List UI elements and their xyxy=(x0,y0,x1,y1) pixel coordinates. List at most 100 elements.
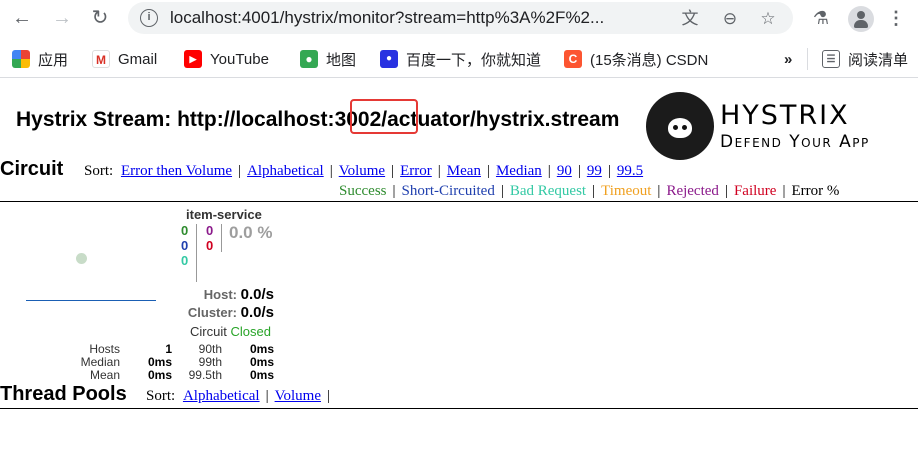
separator: | xyxy=(391,163,395,179)
cluster-rate-value: 0.0/s xyxy=(240,304,274,321)
circuit-status-value: Closed xyxy=(230,324,271,339)
bookmark-label: YouTube xyxy=(210,50,269,68)
bookmarks-bar: 应用 M Gmail ▶ YouTube ● 地图 ● 百度一下，你就知道 C … xyxy=(0,40,918,78)
latency-value: 0ms xyxy=(147,368,172,382)
bookmark-csdn[interactable]: C (15条消息) CSDN xyxy=(564,49,708,69)
legend-rejected: Rejected xyxy=(666,183,719,199)
sort-error-then-volume-link[interactable]: Error then Volume xyxy=(121,163,232,179)
csdn-icon: C xyxy=(564,50,582,68)
extensions-puzzle-icon[interactable]: ⚗ xyxy=(810,7,832,29)
apps-grid-icon xyxy=(12,50,30,68)
sort-99-5-link[interactable]: 99.5 xyxy=(617,163,643,179)
bookmark-gmail[interactable]: M Gmail xyxy=(92,49,157,69)
host-rate: Host: 0.0/s xyxy=(204,286,274,303)
circuit-sparkline xyxy=(26,300,156,301)
bookmark-youtube[interactable]: ▶ YouTube xyxy=(184,49,269,69)
gmail-icon: M xyxy=(92,50,110,68)
latency-table: Hosts 1 90th 0ms Median 0ms 99th 0ms Mea… xyxy=(60,343,274,382)
separator: | xyxy=(500,183,504,199)
title-suffix: actuator/hystrix.stream xyxy=(387,108,620,131)
bookmark-apps[interactable]: 应用 xyxy=(12,49,68,69)
host-rate-label: Host: xyxy=(203,287,237,302)
count-divider xyxy=(221,224,222,252)
separator: | xyxy=(782,183,786,199)
separator: | xyxy=(238,163,242,179)
more-bookmarks-button[interactable]: » xyxy=(784,49,792,69)
legend-bad-request: Bad Request xyxy=(509,183,587,199)
separator: | xyxy=(657,183,661,199)
hystrix-porcupine-icon xyxy=(646,92,714,160)
translate-icon[interactable]: 文 xyxy=(680,9,700,29)
rejected-count: 0 xyxy=(206,223,214,238)
short-circuited-count: 0 xyxy=(181,238,189,253)
legend-error-pct: Error % xyxy=(791,183,840,199)
circuit-divider xyxy=(0,201,918,202)
latency-row: Mean 0ms 99.5th 0ms xyxy=(60,369,274,382)
reading-list-icon: ☰ xyxy=(822,50,840,68)
pool-sort-alphabetical-link[interactable]: Alphabetical xyxy=(183,388,260,404)
sort-error-link[interactable]: Error xyxy=(400,163,432,179)
thread-pools-heading: Thread Pools xyxy=(0,383,127,405)
separator: | xyxy=(592,183,596,199)
error-percentage: 0.0 % xyxy=(229,223,273,242)
menu-dots-icon[interactable]: ⋮ xyxy=(886,6,906,30)
profile-avatar-icon[interactable] xyxy=(848,6,874,32)
zoom-icon[interactable]: ⊖ xyxy=(720,9,740,29)
bookmark-baidu[interactable]: ● 百度一下，你就知道 xyxy=(380,49,541,69)
legend-success: Success xyxy=(339,183,387,199)
sort-volume-link[interactable]: Volume xyxy=(339,163,385,179)
separator: | xyxy=(392,183,396,199)
bookmark-label: Gmail xyxy=(118,50,158,68)
count-divider xyxy=(196,224,197,282)
latency-value: 0ms xyxy=(249,368,274,382)
page-title: Hystrix Stream: http://localhost:3002/ac… xyxy=(16,108,619,132)
host-rate-value: 0.0/s xyxy=(240,286,274,303)
circuit-name: item-service xyxy=(186,207,262,222)
forward-arrow-icon[interactable]: → xyxy=(50,6,74,30)
baidu-icon: ● xyxy=(380,50,398,68)
cluster-rate: Cluster: 0.0/s xyxy=(188,304,274,321)
legend-short-circuited: Short-Circuited xyxy=(401,183,495,199)
separator: | xyxy=(265,388,269,404)
youtube-icon: ▶ xyxy=(184,50,202,68)
address-bar[interactable]: i localhost:4001/hystrix/monitor?stream=… xyxy=(128,2,793,34)
sort-label: Sort: xyxy=(84,163,114,179)
reading-list-label: 阅读清单 xyxy=(848,51,909,69)
success-count: 0 xyxy=(181,223,189,238)
sort-99-link[interactable]: 99 xyxy=(587,163,602,179)
sort-alphabetical-link[interactable]: Alphabetical xyxy=(247,163,324,179)
bookmark-star-icon[interactable]: ☆ xyxy=(758,9,778,29)
porcupine-eye xyxy=(673,125,678,130)
circuit-health-bubble xyxy=(76,253,87,264)
circuit-status-label: Circuit xyxy=(190,324,227,339)
back-arrow-icon[interactable]: ← xyxy=(10,6,34,30)
bookmark-label: (15条消息) CSDN xyxy=(590,51,709,69)
maps-icon: ● xyxy=(300,50,318,68)
circuit-legend: Success | Short-Circuited | Bad Request | Time… xyxy=(339,183,839,200)
url-text[interactable]: localhost:4001/hystrix/monitor?stream=ht… xyxy=(170,8,604,28)
circuit-status: Circuit Closed xyxy=(190,324,271,339)
reading-list-button[interactable]: ☰ 阅读清单 xyxy=(822,49,908,69)
bookmark-maps[interactable]: ● 地图 xyxy=(300,49,356,69)
latency-label: Mean xyxy=(89,368,120,382)
pool-sort-volume-link[interactable]: Volume xyxy=(275,388,321,404)
thread-pools-sort-bar: Sort: Alphabetical | Volume | xyxy=(146,388,336,405)
reload-icon[interactable]: ↻ xyxy=(88,6,112,30)
separator: | xyxy=(724,183,728,199)
thread-pools-divider xyxy=(0,408,918,409)
sort-median-link[interactable]: Median xyxy=(496,163,542,179)
latency-label: 99.5th xyxy=(188,368,222,382)
sort-mean-link[interactable]: Mean xyxy=(447,163,481,179)
hystrix-logo: HYSTRIX Defend Your App xyxy=(640,92,918,160)
cluster-rate-label: Cluster: xyxy=(187,305,237,320)
separator: | xyxy=(577,163,581,179)
port-highlight-annotation xyxy=(350,99,418,134)
site-info-icon[interactable]: i xyxy=(140,9,158,27)
separator: | xyxy=(327,388,331,404)
legend-failure: Failure xyxy=(733,183,777,199)
separator: | xyxy=(547,163,551,179)
sort-90-link[interactable]: 90 xyxy=(557,163,572,179)
separator: | xyxy=(607,163,611,179)
logo-brand: HYSTRIX xyxy=(720,100,850,131)
failure-count: 0 xyxy=(206,238,214,253)
